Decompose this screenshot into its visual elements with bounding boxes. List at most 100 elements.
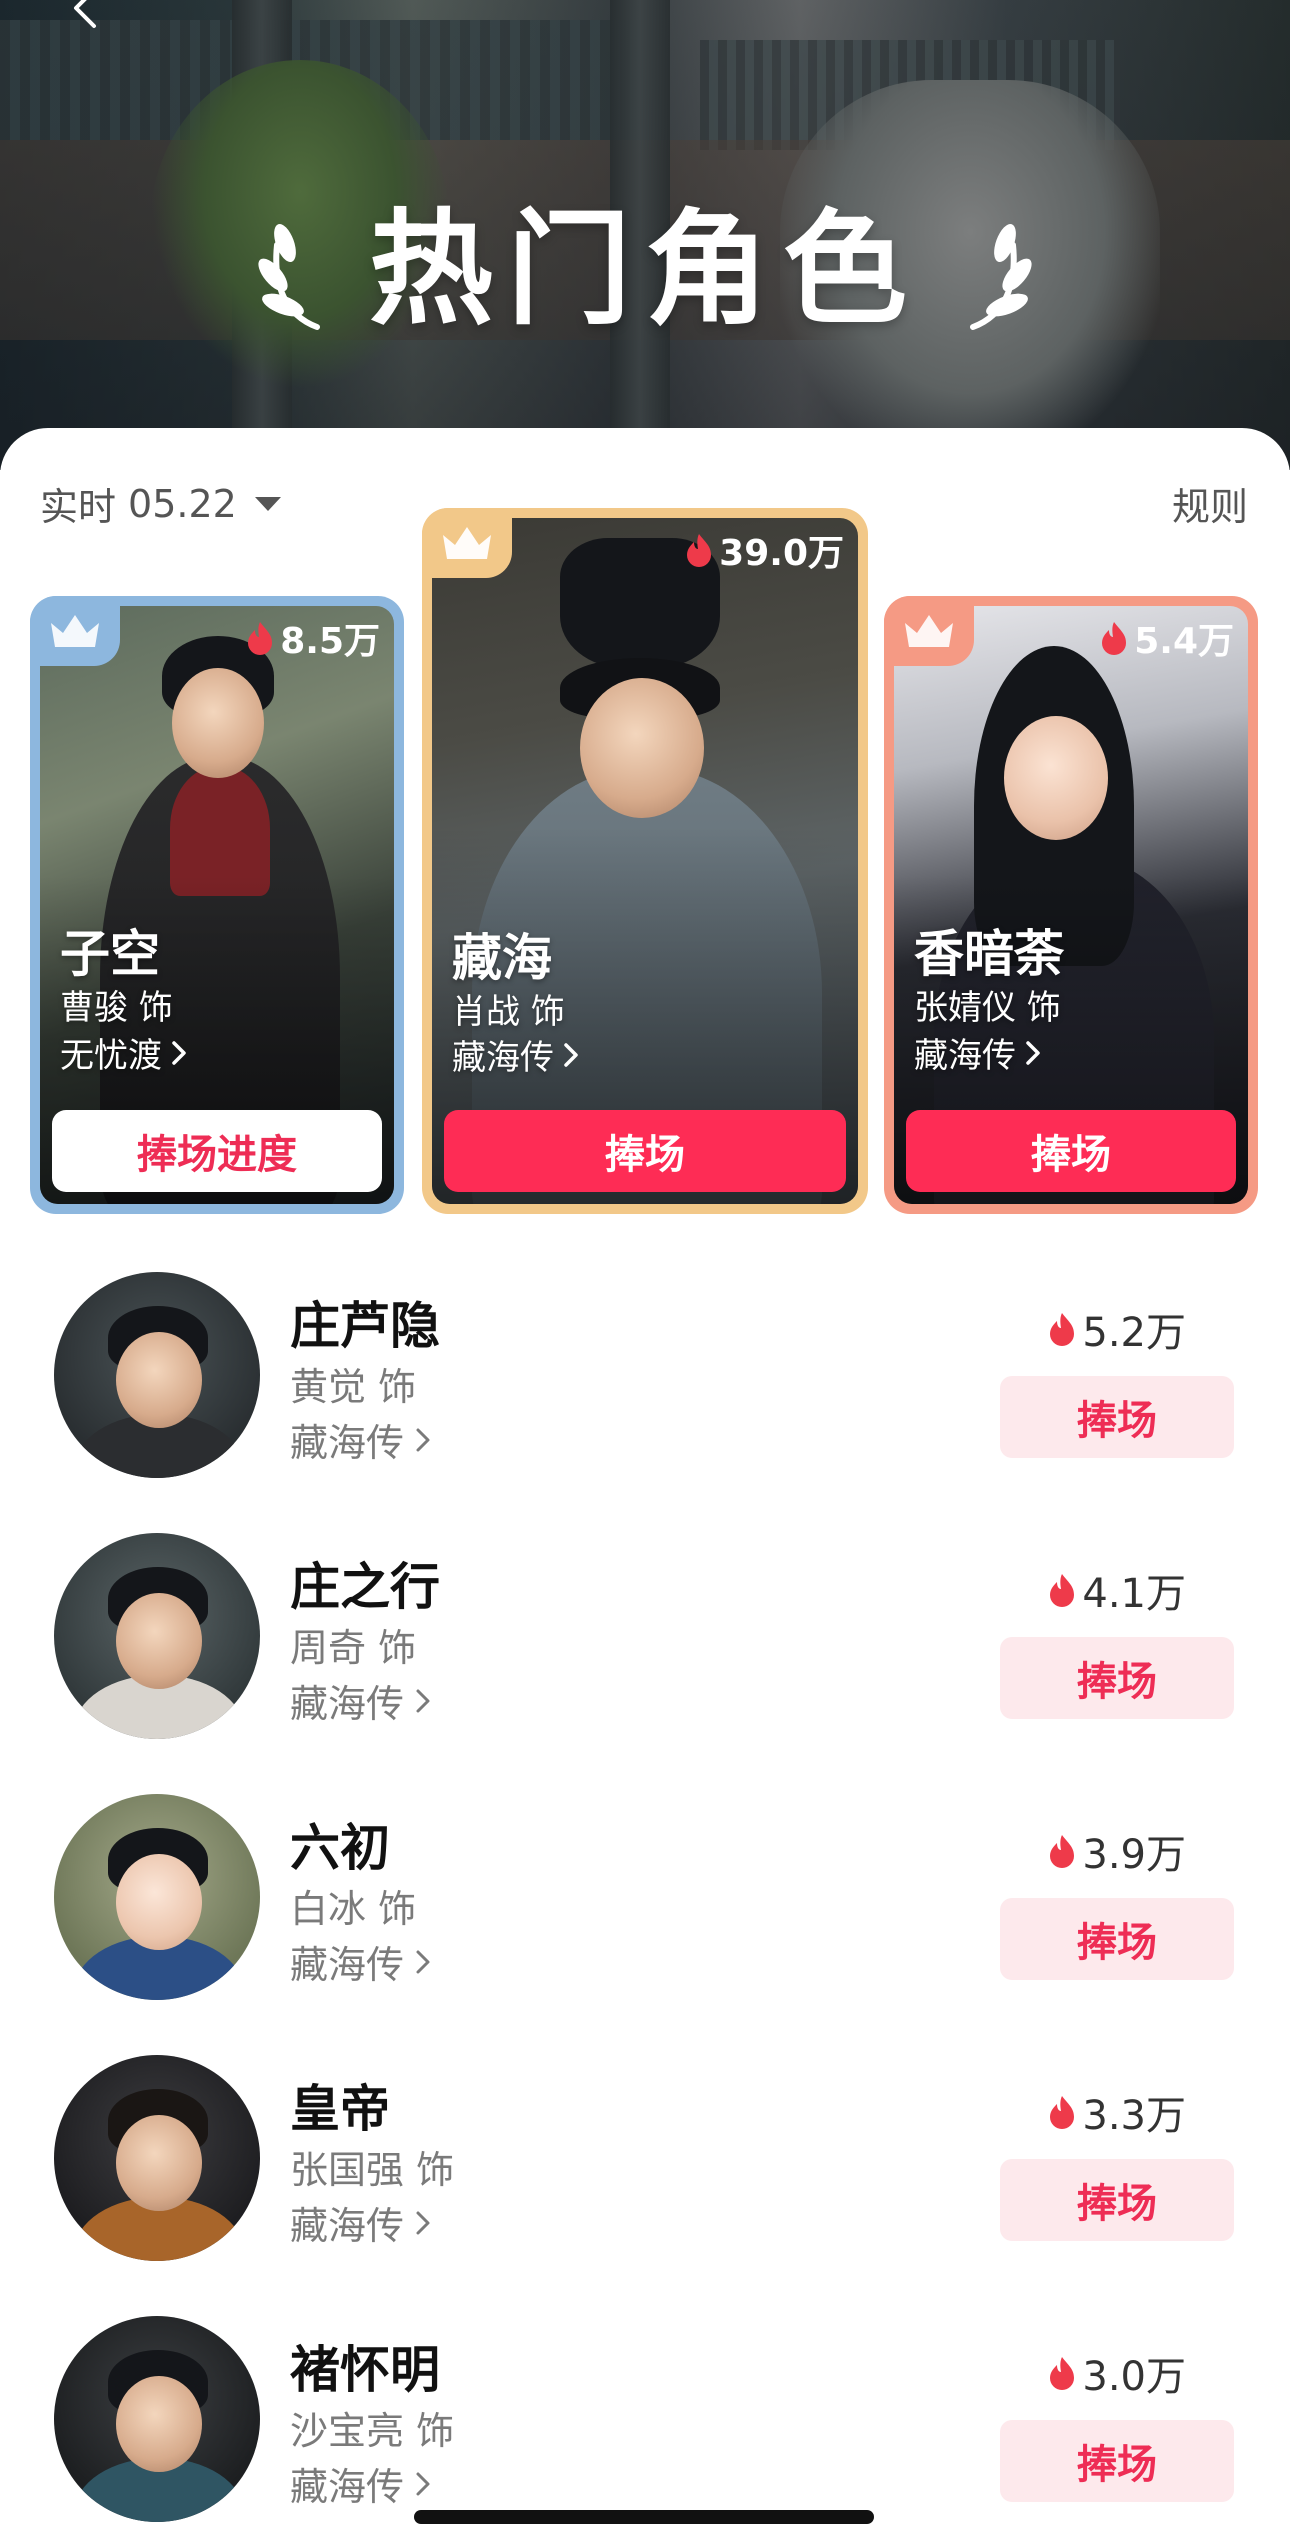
hero-title-wrap: 热门角色 <box>0 205 1290 335</box>
support-button[interactable]: 捧场 <box>1000 2159 1234 2241</box>
page-title: 热门角色 <box>368 198 921 342</box>
list-item[interactable]: 褚怀明 沙宝亮 饰 藏海传 3.0万 捧场 <box>0 2304 1290 2543</box>
support-button[interactable]: 捧场 <box>1000 1898 1234 1980</box>
flame-icon <box>1102 622 1127 655</box>
show-link[interactable]: 藏海传 <box>290 1673 432 1728</box>
actor-name: 白冰 饰 <box>290 1887 417 1931</box>
avatar-face <box>116 2115 202 2211</box>
show-link[interactable]: 藏海传 <box>290 1412 432 1467</box>
rank-badge <box>422 508 512 578</box>
back-icon <box>74 0 96 28</box>
character-face <box>1004 716 1108 840</box>
actor-name: 黄觉 饰 <box>290 1365 417 1409</box>
support-progress-button[interactable]: 捧场进度 <box>52 1110 382 1192</box>
character-face <box>580 678 704 818</box>
crown-icon <box>905 615 953 647</box>
flame-icon <box>1050 2096 1075 2129</box>
heat-value: 8.5万 <box>280 621 380 662</box>
list-item[interactable]: 皇帝 张国强 饰 藏海传 3.3万 捧场 <box>0 2043 1290 2303</box>
show-link[interactable]: 藏海传 <box>290 2456 432 2511</box>
flame-icon <box>1050 1574 1075 1607</box>
heat-count: 4.1万 <box>1048 1561 1186 1619</box>
avatar-face <box>116 1854 202 1950</box>
chevron-right-icon <box>416 1689 430 1712</box>
character-name: 子空 <box>60 925 160 983</box>
rank-badge <box>30 596 120 666</box>
rank-badge <box>884 596 974 666</box>
support-button[interactable]: 捧场 <box>1000 1637 1234 1719</box>
character-name: 皇帝 <box>290 2080 390 2138</box>
support-button[interactable]: 捧场 <box>1000 2420 1234 2502</box>
support-button[interactable]: 捧场 <box>444 1110 846 1192</box>
character-name: 庄之行 <box>290 1558 440 1616</box>
actor-name: 周奇 饰 <box>290 1626 417 1670</box>
heat-value: 3.9万 <box>1082 1832 1186 1878</box>
show-link[interactable]: 藏海传 <box>290 1934 432 1989</box>
avatar <box>54 1794 260 2000</box>
support-button[interactable]: 捧场 <box>1000 1376 1234 1458</box>
laurel-right-icon <box>970 223 1032 330</box>
show-name: 藏海传 <box>452 1038 554 1078</box>
show-name: 藏海传 <box>290 2465 405 2509</box>
character-photo <box>432 518 858 1204</box>
heat-count: 39.0万 <box>685 524 844 576</box>
date-filter[interactable]: 实时 05.22 <box>40 476 281 531</box>
character-name: 褚怀明 <box>290 2341 440 2399</box>
support-button[interactable]: 捧场 <box>906 1110 1236 1192</box>
avatar-face <box>116 2376 202 2472</box>
avatar <box>54 1533 260 1739</box>
list-item[interactable]: 六初 白冰 饰 藏海传 3.9万 捧场 <box>0 1782 1290 2042</box>
podium-card-rank-1[interactable]: 39.0万 藏海 肖战 饰 藏海传 捧场 <box>422 508 868 1214</box>
crown-icon <box>51 615 99 647</box>
caret-down-icon <box>254 496 281 511</box>
podium-card-rank-2[interactable]: 8.5万 子空 曹骏 饰 无忧渡 捧场进度 <box>30 596 404 1214</box>
avatar-face <box>116 1332 202 1428</box>
avatar <box>54 2316 260 2522</box>
avatar-face <box>116 1593 202 1689</box>
heat-count: 8.5万 <box>246 612 380 664</box>
show-link[interactable]: 藏海传 <box>914 1028 1042 1077</box>
chevron-right-icon <box>416 1950 430 1973</box>
crown-icon <box>443 527 491 559</box>
heat-value: 5.2万 <box>1082 1310 1186 1356</box>
show-link[interactable]: 藏海传 <box>290 2195 432 2250</box>
character-face <box>172 668 264 778</box>
date-filter-label: 实时 <box>40 485 117 529</box>
heat-value: 5.4万 <box>1134 621 1234 662</box>
show-name: 藏海传 <box>290 1682 405 1726</box>
heat-count: 5.2万 <box>1048 1300 1186 1358</box>
chevron-right-icon <box>1026 1040 1040 1065</box>
avatar <box>54 1272 260 1478</box>
character-name: 六初 <box>290 1819 390 1877</box>
heat-count: 3.0万 <box>1048 2344 1186 2402</box>
chevron-right-icon <box>416 2211 430 2234</box>
chevron-right-icon <box>416 1428 430 1451</box>
actor-name: 肖战 饰 <box>452 992 565 1032</box>
actor-name: 曹骏 饰 <box>60 988 173 1028</box>
podium-card-rank-3[interactable]: 5.4万 香暗荼 张婧仪 饰 藏海传 捧场 <box>884 596 1258 1214</box>
chevron-right-icon <box>172 1040 186 1065</box>
flame-icon <box>1050 1313 1075 1346</box>
heat-count: 3.3万 <box>1048 2083 1186 2141</box>
character-name: 香暗荼 <box>914 925 1064 983</box>
show-name: 藏海传 <box>290 2204 405 2248</box>
home-indicator[interactable] <box>414 2510 874 2524</box>
flame-icon <box>248 622 273 655</box>
laurel-left-icon <box>258 223 320 330</box>
heat-count: 3.9万 <box>1048 1822 1186 1880</box>
flame-icon <box>1050 2357 1075 2390</box>
back-button[interactable] <box>64 0 108 30</box>
actor-name: 沙宝亮 饰 <box>290 2409 455 2453</box>
character-name: 藏海 <box>452 929 552 987</box>
rules-link[interactable]: 规则 <box>1172 476 1248 531</box>
heat-value: 3.0万 <box>1082 2354 1186 2400</box>
show-name: 藏海传 <box>914 1036 1016 1076</box>
heat-count: 5.4万 <box>1100 612 1234 664</box>
flame-icon <box>1050 1835 1075 1868</box>
show-link[interactable]: 无忧渡 <box>60 1028 188 1077</box>
list-item[interactable]: 庄芦隐 黄觉 饰 藏海传 5.2万 捧场 <box>0 1260 1290 1520</box>
character-name: 庄芦隐 <box>290 1297 440 1355</box>
show-name: 藏海传 <box>290 1421 405 1465</box>
show-link[interactable]: 藏海传 <box>452 1030 580 1079</box>
list-item[interactable]: 庄之行 周奇 饰 藏海传 4.1万 捧场 <box>0 1521 1290 1781</box>
